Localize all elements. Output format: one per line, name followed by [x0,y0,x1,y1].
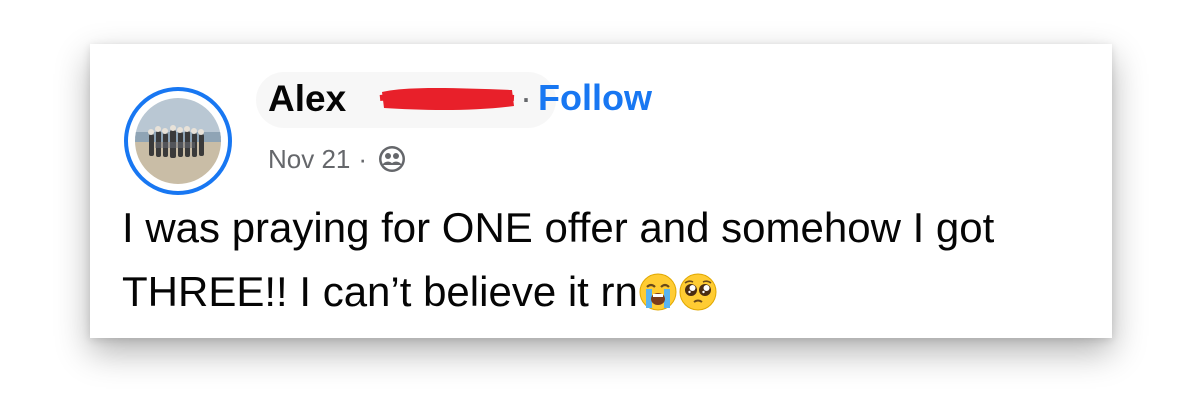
post-text-line-1: I was praying for ONE offer and somehow … [122,204,995,251]
profile-photo [135,98,221,184]
friends-icon[interactable] [377,144,407,174]
loudly-crying-face-icon [638,272,678,312]
post-card: Alex · Follow Nov 21 · I was praying for … [90,44,1112,338]
pleading-face-icon [678,272,718,312]
redaction-scribble [379,88,515,110]
post-date[interactable]: Nov 21 [268,144,350,175]
follow-row: · Follow [520,76,652,120]
avatar[interactable] [124,87,232,195]
meta-separator: · [358,143,368,174]
follow-button[interactable]: Follow [538,77,652,118]
post-text-line-2: THREE!! I can’t believe it rn [122,260,1102,324]
follow-separator: · [520,77,532,118]
post-meta: Nov 21 · [268,142,407,176]
post-text: I was praying for ONE offer and somehow … [122,196,1102,324]
post-text-line-2-text: THREE!! I can’t believe it rn [122,268,638,315]
author-name[interactable]: Alex [268,78,346,120]
